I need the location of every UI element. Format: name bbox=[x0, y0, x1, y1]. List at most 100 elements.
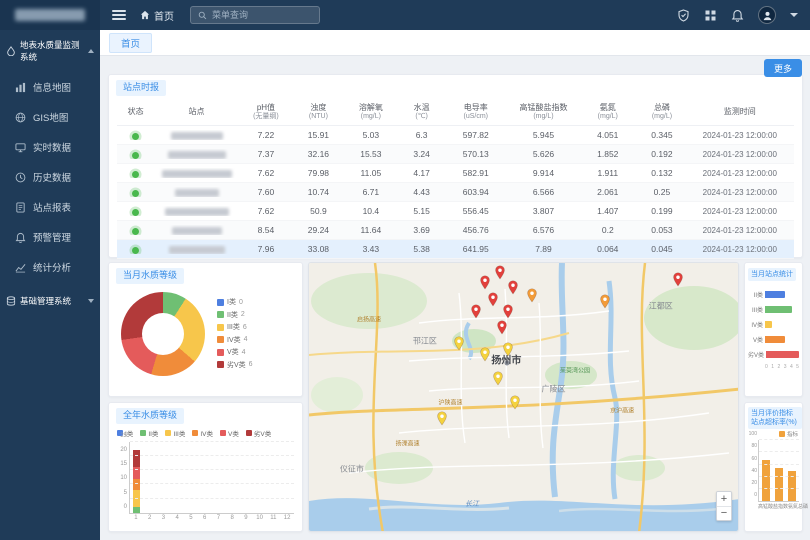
table-row[interactable]: 7.6010.746.714.43603.946.5662.0610.25202… bbox=[117, 183, 794, 202]
year-grade-chart[interactable]: 0510152025 bbox=[129, 442, 294, 514]
legend-item[interactable]: III类6 bbox=[217, 322, 253, 332]
station-pin-icon[interactable] bbox=[672, 272, 683, 287]
bar-track bbox=[765, 321, 799, 328]
sidebar-item-label: 站点报表 bbox=[33, 200, 71, 214]
y-tick-label: 60 bbox=[751, 456, 757, 462]
status-dot bbox=[132, 133, 139, 140]
zoom-out-button[interactable]: − bbox=[717, 506, 731, 520]
station-pin-icon[interactable] bbox=[492, 371, 503, 386]
station-table: 状态站点pH值(无量纲)浊度(NTU)溶解氧(mg/L)水温(℃)电导率(uS/… bbox=[117, 100, 794, 260]
breadcrumb-home[interactable]: 首页 bbox=[140, 8, 174, 23]
station-pin-icon[interactable] bbox=[454, 336, 465, 351]
map-label-district: 江都区 bbox=[649, 300, 673, 311]
menu-toggle-icon[interactable] bbox=[112, 10, 126, 20]
table-row[interactable]: 7.3732.1615.533.24570.135.6261.8520.1922… bbox=[117, 145, 794, 164]
x-tick-label: 1 bbox=[129, 515, 143, 521]
shield-icon[interactable] bbox=[677, 9, 690, 22]
legend-item[interactable]: IV类 bbox=[192, 428, 213, 438]
station-cell bbox=[154, 206, 239, 216]
cell-codmn: 6.566 bbox=[506, 187, 580, 197]
status-cell bbox=[117, 206, 154, 216]
menu-search[interactable] bbox=[190, 6, 320, 24]
table-row[interactable]: 7.6250.910.45.15556.453.8071.4070.199202… bbox=[117, 202, 794, 221]
cell-codmn: 5.945 bbox=[506, 130, 580, 140]
legend-value: 0 bbox=[239, 299, 243, 306]
chevron-up-icon bbox=[88, 49, 94, 53]
bar-segment bbox=[133, 507, 140, 513]
sidebar-group-monitor[interactable]: 地表水质量监测系统 bbox=[0, 30, 100, 72]
y-tick-label: 0 bbox=[754, 492, 757, 498]
cell-temp: 4.43 bbox=[398, 187, 445, 197]
cell-codmn: 6.576 bbox=[506, 225, 580, 235]
legend-item[interactable]: II类 bbox=[140, 428, 158, 438]
bar-segment bbox=[133, 490, 140, 507]
station-pin-icon[interactable] bbox=[507, 280, 518, 295]
table-row[interactable]: 8.5429.2411.643.69456.766.5760.20.053202… bbox=[117, 221, 794, 240]
more-button[interactable]: 更多 bbox=[764, 59, 802, 77]
month-station-chart[interactable]: II类III类IV类V类劣V类 bbox=[748, 287, 799, 362]
avatar[interactable] bbox=[758, 6, 776, 24]
cell-codmn: 7.89 bbox=[506, 244, 580, 254]
table-row[interactable]: 7.9633.083.435.38641.957.890.0640.045202… bbox=[117, 240, 794, 259]
topbar: 首页 bbox=[0, 0, 810, 30]
y-tick-label: 80 bbox=[751, 443, 757, 449]
gridline bbox=[759, 476, 799, 477]
y-tick-label: 20 bbox=[120, 447, 127, 453]
sidebar-group-base[interactable]: 基础管理系统 bbox=[0, 286, 100, 316]
legend-item[interactable]: 劣V类6 bbox=[217, 360, 253, 370]
station-pin-icon[interactable] bbox=[436, 411, 447, 426]
zoom-in-button[interactable]: + bbox=[717, 492, 731, 506]
legend-item[interactable]: V类 bbox=[220, 428, 239, 438]
sidebar-item-3[interactable]: 实时数据 bbox=[0, 132, 100, 162]
station-pin-icon[interactable] bbox=[503, 304, 514, 319]
legend-swatch bbox=[217, 324, 224, 331]
cell-nh3n: 1.911 bbox=[581, 168, 635, 178]
station-pin-icon[interactable] bbox=[479, 275, 490, 290]
station-pin-icon[interactable] bbox=[479, 347, 490, 362]
station-pin-icon[interactable] bbox=[488, 292, 499, 307]
search-input[interactable] bbox=[212, 10, 312, 20]
table-row[interactable]: 7.2215.915.036.3597.825.9454.0510.345202… bbox=[117, 126, 794, 145]
sidebar-item-2[interactable]: GIS地图 bbox=[0, 102, 100, 132]
station-pin-icon[interactable] bbox=[494, 265, 505, 280]
legend-item[interactable]: V类4 bbox=[217, 347, 253, 357]
table-row[interactable]: 7.6279.9811.054.17582.919.9141.9110.1322… bbox=[117, 164, 794, 183]
station-pin-icon[interactable] bbox=[527, 288, 538, 303]
station-pin-icon[interactable] bbox=[600, 294, 611, 309]
legend-item[interactable]: I类0 bbox=[217, 297, 253, 307]
sidebar-item-1[interactable]: 信息地图 bbox=[0, 72, 100, 102]
column-name: 氨氮 bbox=[581, 103, 635, 113]
station-pin-icon[interactable] bbox=[471, 304, 482, 319]
panel-title: 当月站点统计 bbox=[748, 268, 796, 281]
y-tick-label: 100 bbox=[749, 431, 757, 437]
bar-segment bbox=[133, 450, 140, 467]
legend-item[interactable]: II类2 bbox=[217, 310, 253, 320]
exceed-rate-chart[interactable]: 020406080100 bbox=[758, 440, 799, 502]
month-column bbox=[280, 442, 294, 513]
map-overlay: 扬州市邗江区广陵区江都区仪征市沪陕高速启扬高速京沪高速扬溧高速茱萸湾公园长江 bbox=[309, 263, 738, 531]
station-name-redacted bbox=[168, 151, 226, 159]
legend-item[interactable]: IV类4 bbox=[217, 335, 253, 345]
tab-home[interactable]: 首页 bbox=[109, 33, 152, 53]
map[interactable]: 扬州市邗江区广陵区江都区仪征市沪陕高速启扬高速京沪高速扬溧高速茱萸湾公园长江 +… bbox=[309, 263, 738, 531]
legend-item[interactable]: III类 bbox=[165, 428, 185, 438]
sidebar-item-5[interactable]: 站点报表 bbox=[0, 192, 100, 222]
sidebar-item-4[interactable]: 历史数据 bbox=[0, 162, 100, 192]
station-pin-icon[interactable] bbox=[509, 395, 520, 410]
station-pin-icon[interactable] bbox=[503, 342, 514, 357]
gridline bbox=[130, 498, 294, 499]
chevron-down-icon[interactable] bbox=[790, 13, 798, 17]
month-grade-donut[interactable] bbox=[121, 292, 205, 376]
legend-item[interactable]: 劣V类 bbox=[246, 428, 271, 438]
x-tick-label: 3 bbox=[784, 364, 787, 370]
chart-bar-icon bbox=[15, 82, 26, 93]
sidebar-item-6[interactable]: 预警管理 bbox=[0, 222, 100, 252]
sidebar-item-7[interactable]: 统计分析 bbox=[0, 252, 100, 282]
station-pin-icon[interactable] bbox=[497, 320, 508, 335]
bell-icon[interactable] bbox=[731, 9, 744, 22]
x-tick-label: 9 bbox=[239, 515, 253, 521]
stacked-bar bbox=[256, 442, 263, 513]
category-label: IV类 bbox=[748, 320, 763, 329]
station-cell bbox=[154, 130, 239, 140]
apps-grid-icon[interactable] bbox=[704, 9, 717, 22]
